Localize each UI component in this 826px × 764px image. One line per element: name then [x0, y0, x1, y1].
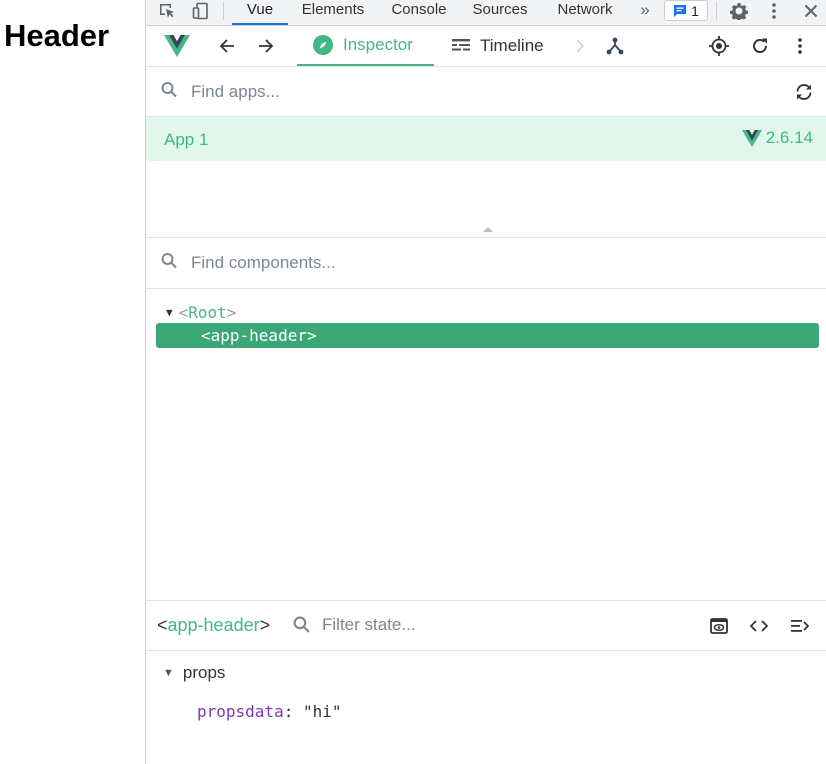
component-name: app-header: [167, 615, 260, 635]
divider: [223, 2, 224, 20]
prop-colon: :: [283, 702, 303, 721]
tag-open: <: [178, 303, 189, 322]
apps-search-bar: [146, 67, 826, 117]
search-icon: [293, 616, 310, 638]
props-section-title: props: [182, 663, 226, 682]
tab-inspector-label: Inspector: [343, 35, 413, 54]
inspector-header: <app-header>: [146, 600, 826, 651]
app-version-text: 2.6.14: [765, 128, 813, 147]
timeline-icon: [452, 39, 470, 51]
search-icon: [161, 81, 177, 102]
components-search-bar: [146, 238, 826, 289]
chevron-right-icon: [574, 36, 586, 56]
compass-icon: [313, 35, 333, 55]
inspect-element-icon[interactable]: [156, 0, 178, 22]
tab-elements[interactable]: Elements: [296, 0, 370, 25]
refresh-icon[interactable]: [749, 35, 771, 57]
tree-node-selected[interactable]: <app-header>: [156, 323, 819, 348]
filter-state-input[interactable]: [320, 614, 614, 636]
devtools-tab-bar: Vue Elements Console Sources Network » 1: [146, 0, 826, 26]
tab-timeline-label: Timeline: [480, 36, 544, 55]
settings-gear-icon[interactable]: [728, 0, 750, 22]
issues-button[interactable]: 1: [664, 0, 708, 21]
app-version-badge: 2.6.14: [741, 128, 813, 148]
tree-node-name: <app-header>: [201, 326, 317, 345]
prop-row[interactable]: propsdata: "hi": [197, 702, 342, 721]
issues-count: 1: [691, 2, 699, 19]
tab-timeline[interactable]: Timeline: [452, 26, 562, 66]
tag-open: <: [157, 615, 168, 635]
scroll-to-component-icon[interactable]: [708, 615, 730, 637]
props-section-toggle[interactable]: ▼ props: [163, 663, 225, 683]
inspect-dom-icon[interactable]: [789, 615, 811, 637]
page-heading: Header: [4, 18, 110, 53]
tab-inspector[interactable]: Inspector: [297, 26, 434, 66]
tab-vue[interactable]: Vue: [232, 0, 288, 25]
open-in-editor-code-icon[interactable]: [748, 615, 770, 637]
tab-sources[interactable]: Sources: [468, 0, 532, 25]
devtools-panel: Vue Elements Console Sources Network » 1: [145, 0, 826, 764]
caret-down-icon[interactable]: ▼: [166, 306, 173, 319]
issues-icon: [674, 4, 687, 17]
tab-console[interactable]: Console: [386, 0, 452, 25]
prop-key: propsdata: [197, 702, 284, 721]
sync-icon[interactable]: [794, 83, 814, 101]
prop-value: "hi": [302, 702, 342, 721]
select-component-target-icon[interactable]: [708, 35, 730, 57]
selected-component-name: <app-header>: [157, 615, 270, 636]
caret-down-icon: ▼: [163, 667, 174, 679]
components-search-input[interactable]: [189, 252, 733, 274]
apps-search-input[interactable]: [189, 80, 733, 103]
component-graph-icon[interactable]: [604, 35, 626, 57]
tab-network[interactable]: Network: [550, 0, 620, 25]
tag-close: >: [226, 303, 237, 322]
page-content: Header: [0, 0, 145, 764]
divider: [716, 2, 717, 20]
more-tabs-button[interactable]: »: [634, 0, 656, 25]
vue-toolbar: Inspector Timeline: [146, 26, 826, 67]
vue-logo-icon: [163, 34, 191, 58]
forward-arrow-icon[interactable]: [255, 35, 277, 57]
tag-close: >: [259, 615, 271, 635]
app-list-item[interactable]: App 1 2.6.14: [146, 117, 826, 161]
caret-up-icon: [483, 227, 493, 232]
tree-node-name: Root: [188, 303, 227, 322]
more-menu-icon[interactable]: [789, 35, 811, 57]
pane-splitter[interactable]: [146, 161, 826, 238]
back-arrow-icon[interactable]: [216, 35, 238, 57]
close-icon[interactable]: [800, 0, 822, 22]
app-name: App 1: [164, 130, 209, 149]
search-icon: [161, 253, 177, 274]
more-options-icon[interactable]: [763, 0, 785, 22]
device-toolbar-icon[interactable]: [190, 0, 212, 22]
tree-node-root[interactable]: ▼ < Root >: [156, 300, 236, 325]
vue-logo-icon: [741, 129, 762, 147]
